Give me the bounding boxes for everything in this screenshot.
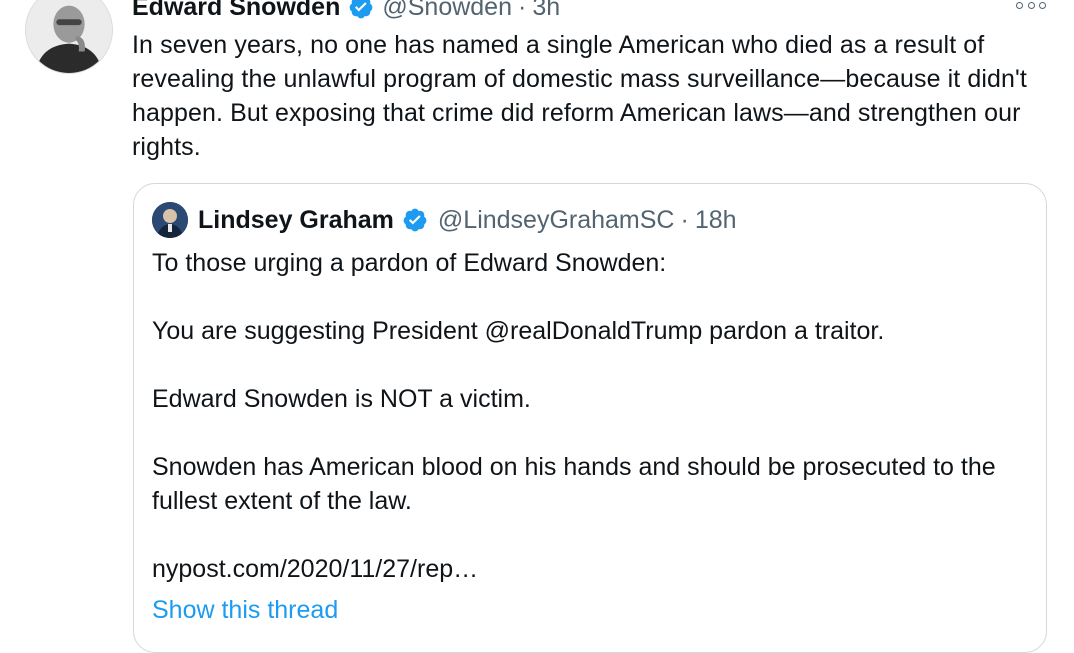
- quoted-author-handle: @LindseyGrahamSC: [437, 205, 675, 234]
- quoted-author-name: Lindsey Graham: [198, 205, 394, 234]
- quoted-paragraph: To those urging a pardon of Edward Snowd…: [152, 249, 667, 277]
- quoted-link[interactable]: nypost.com/2020/11/27/rep…: [152, 552, 1032, 586]
- avatar-image: [26, 0, 112, 73]
- quoted-paragraph: You are suggesting President @realDonald…: [152, 317, 885, 345]
- quoted-tweet-timestamp: 18h: [694, 205, 737, 234]
- quoted-paragraph: Edward Snowden is NOT a victim.: [152, 385, 531, 413]
- author-avatar[interactable]: [25, 0, 113, 74]
- dot-3: [1039, 1, 1046, 9]
- separator-dot: ·: [680, 205, 689, 234]
- quoted-tweet[interactable]: Lindsey Graham @LindseyGrahamSC · 18h To…: [133, 183, 1047, 653]
- quoted-paragraph: Snowden has American blood on his hands …: [152, 453, 996, 515]
- dot-1: [1016, 1, 1023, 9]
- author-name[interactable]: Edward Snowden: [132, 0, 340, 22]
- tweet[interactable]: Edward Snowden @Snowden · 3h In seven ye…: [0, 0, 1074, 653]
- author-handle[interactable]: @Snowden: [382, 0, 512, 22]
- verified-badge-icon: [402, 207, 428, 233]
- tweet-text: In seven years, no one has named a singl…: [132, 31, 1027, 161]
- dot-2: [1027, 1, 1035, 9]
- tweet-timestamp[interactable]: 3h: [532, 0, 560, 22]
- show-thread-link[interactable]: Show this thread: [152, 596, 338, 625]
- separator-dot: ·: [518, 0, 527, 21]
- verified-badge-icon: [348, 0, 374, 20]
- quoted-tweet-text: To those urging a pardon of Edward Snowd…: [152, 246, 1032, 586]
- more-dots-icon[interactable]: [1016, 0, 1046, 12]
- quoted-author-avatar: [152, 202, 188, 238]
- tweet-header: Edward Snowden @Snowden · 3h: [132, 0, 560, 24]
- quoted-tweet-header: Lindsey Graham @LindseyGrahamSC · 18h: [152, 202, 737, 238]
